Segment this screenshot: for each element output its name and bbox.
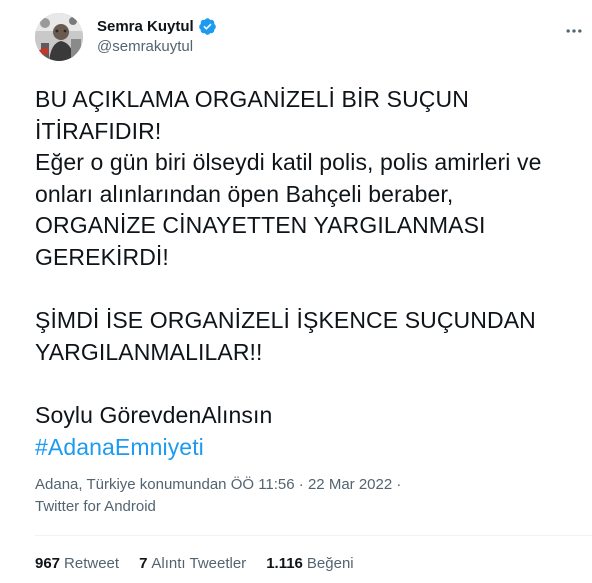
tweet-line: ORGANİZE CİNAYETTEN YARGILANMASI: [35, 212, 486, 239]
tweet-line: onları alınlarından öpen Bahçeli beraber…: [35, 180, 454, 207]
location-text: Adana, Türkiye konumundan: [35, 476, 227, 493]
likes-stat[interactable]: 1.116 Beğeni: [266, 554, 353, 574]
tweet-line: İTİRAFIDIR!: [35, 117, 162, 144]
tweet-header: Semra Kuytul @semrakuytul: [35, 13, 592, 69]
author-name-row: Semra Kuytul: [97, 16, 217, 36]
tweet-card: Semra Kuytul @semrakuytul BU AÇIKLAMA OR…: [0, 0, 592, 583]
quotes-stat[interactable]: 7 Alıntı Tweetler: [139, 554, 246, 574]
tweet-line: Soylu GörevdenAlınsın: [35, 401, 273, 428]
more-options-icon[interactable]: [562, 19, 586, 43]
tweet-line: Eğer o gün biri ölseydi katil polis, pol…: [35, 149, 542, 176]
tweet-line: YARGILANMALILAR!!: [35, 338, 263, 365]
avatar-photo-icon: [35, 13, 83, 61]
tweet-meta: Adana, Türkiye konumundan ÖÖ 11:56 · 22 …: [35, 474, 401, 518]
likes-label: Beğeni: [306, 555, 354, 572]
author-info: Semra Kuytul @semrakuytul: [97, 16, 217, 55]
hashtag-link[interactable]: #AdanaEmniyeti: [35, 434, 204, 460]
author-name[interactable]: Semra Kuytul: [97, 18, 194, 35]
retweets-label: Retweet: [64, 555, 120, 572]
author-handle[interactable]: @semrakuytul: [97, 38, 217, 55]
tweet-line: BU AÇIKLAMA ORGANİZELİ BİR SUÇUN: [35, 86, 469, 112]
meta-separator: ·: [396, 476, 402, 493]
tweet-line: ŞİMDİ İSE ORGANİZELİ İŞKENCE SUÇUNDAN: [35, 307, 536, 334]
quotes-label: Alıntı Tweetler: [151, 555, 247, 572]
tweet-line: GEREKİRDİ!: [35, 243, 169, 270]
tweet-date-link[interactable]: 22 Mar 2022: [308, 476, 392, 493]
tweet-time-link[interactable]: ÖÖ 11:56: [231, 476, 295, 493]
divider: [35, 535, 592, 536]
meta-separator: ·: [298, 476, 304, 493]
tweet-source-link[interactable]: Twitter for Android: [35, 498, 156, 515]
retweets-count: 967: [35, 555, 61, 572]
tweet-stats: 967 Retweet 7 Alıntı Tweetler 1.116 Beğeni: [35, 554, 374, 574]
tweet-text: BU AÇIKLAMA ORGANİZELİ BİR SUÇUN İTİRAFI…: [35, 84, 580, 463]
avatar[interactable]: [35, 13, 83, 61]
verified-badge-icon[interactable]: [198, 17, 217, 36]
likes-count: 1.116: [266, 555, 303, 572]
quotes-count: 7: [139, 555, 148, 572]
retweets-stat[interactable]: 967 Retweet: [35, 554, 119, 574]
